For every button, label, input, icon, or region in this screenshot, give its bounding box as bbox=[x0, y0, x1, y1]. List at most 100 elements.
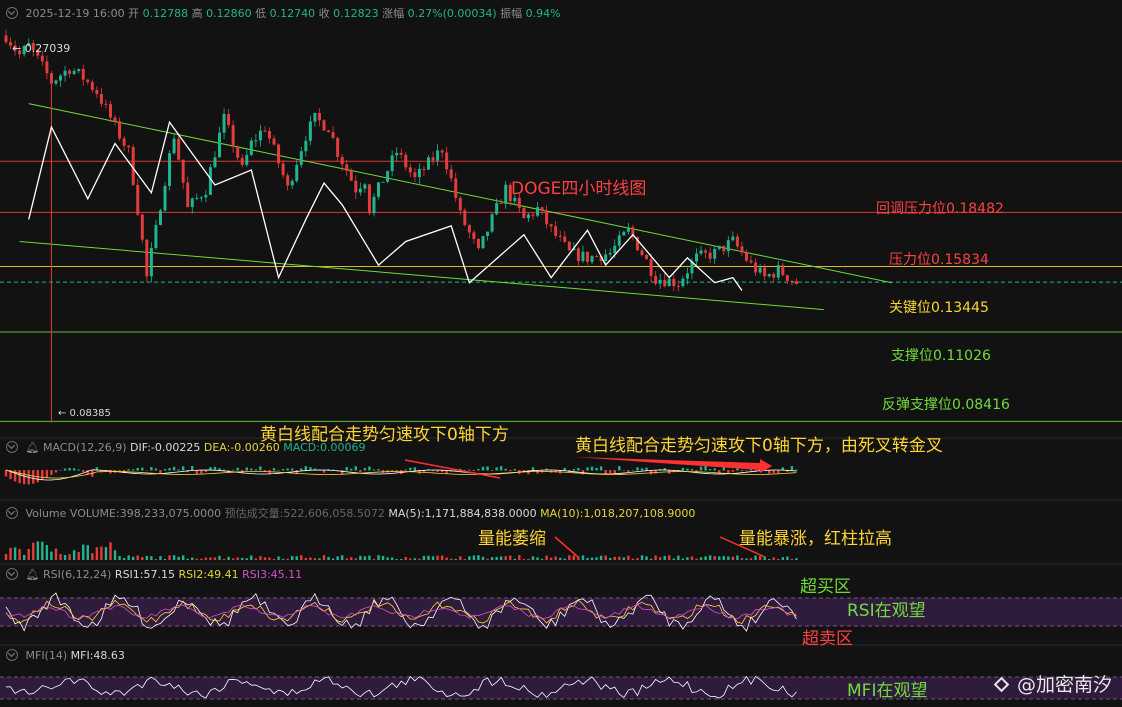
volume-bar bbox=[472, 555, 476, 560]
volume-bar bbox=[440, 555, 444, 560]
volume-bar bbox=[740, 558, 744, 560]
rsi-overbought-note: 超买区 bbox=[800, 577, 851, 597]
macd-bar bbox=[409, 467, 412, 471]
macd-bar bbox=[609, 470, 612, 474]
volume-bar bbox=[481, 556, 485, 560]
candle-body bbox=[731, 236, 735, 241]
candle-body bbox=[59, 75, 63, 81]
collapse-icon[interactable] bbox=[6, 649, 18, 661]
volume-bar bbox=[445, 557, 448, 560]
volume-bar bbox=[136, 555, 139, 560]
candle-body bbox=[522, 207, 526, 219]
volume-bar bbox=[640, 555, 644, 560]
volume-bar bbox=[222, 558, 226, 560]
mfi-value: MFI:48.63 bbox=[70, 649, 125, 662]
candle-body bbox=[749, 260, 753, 263]
candle-body bbox=[345, 164, 349, 171]
volume-bar bbox=[627, 555, 630, 560]
macd-bar bbox=[191, 466, 194, 471]
volume-bar bbox=[291, 556, 294, 560]
volume-bar bbox=[322, 555, 326, 560]
rsi-header: 🔔︎ RSI(6,12,24) RSI1:57.15 RSI2:49.41 RS… bbox=[6, 568, 302, 581]
volume-bar bbox=[490, 557, 494, 560]
candle-body bbox=[349, 170, 353, 181]
candle-body bbox=[490, 214, 494, 232]
volume-bar bbox=[572, 555, 576, 560]
macd-bar bbox=[127, 469, 130, 471]
level-label-rebound-support: 反弹支撑位0.08416 bbox=[882, 397, 1010, 413]
mfi-name: MFI(14) bbox=[25, 649, 68, 662]
macd-bar bbox=[254, 469, 258, 471]
candle-body bbox=[177, 138, 181, 160]
volume-bar bbox=[649, 558, 653, 560]
volume-name: Volume bbox=[25, 507, 67, 520]
macd-bar bbox=[177, 469, 180, 471]
volume-bar bbox=[540, 558, 544, 560]
volume-bar bbox=[604, 555, 607, 560]
volume-bar bbox=[377, 555, 380, 560]
volume-bar bbox=[300, 555, 303, 560]
volume-bar bbox=[645, 556, 648, 560]
volume-bar bbox=[145, 555, 149, 560]
volume-bar bbox=[209, 557, 212, 560]
volume-bar bbox=[631, 558, 635, 560]
candle-body bbox=[695, 253, 699, 262]
macd-bar bbox=[627, 470, 630, 473]
rsi-3: RSI3:45.11 bbox=[242, 568, 303, 581]
volume-bar bbox=[699, 557, 703, 560]
mfi-panel bbox=[0, 675, 1122, 700]
candle-body bbox=[763, 267, 767, 277]
macd-bar bbox=[604, 470, 607, 474]
macd-bar bbox=[281, 469, 285, 471]
bell-icon: 🔔︎ bbox=[25, 441, 40, 454]
candle-body bbox=[154, 224, 158, 249]
collapse-icon[interactable] bbox=[6, 507, 18, 519]
volume-bar bbox=[436, 555, 439, 560]
volume-bar bbox=[658, 557, 662, 560]
candle-body bbox=[213, 157, 217, 168]
volume-bar bbox=[59, 554, 62, 560]
candle-body bbox=[576, 248, 580, 262]
rsi-name: RSI(6,12,24) bbox=[42, 568, 112, 581]
volume-bar bbox=[13, 547, 17, 560]
candle-body bbox=[290, 180, 294, 186]
volume-bar bbox=[450, 558, 453, 560]
macd-bar bbox=[200, 470, 203, 474]
macd-bar bbox=[59, 469, 62, 471]
amplitude-value: 0.94% bbox=[525, 7, 561, 20]
volume-bar bbox=[758, 556, 762, 560]
volume-bar bbox=[122, 558, 126, 560]
volume-ma10: MA(10):1,018,207,108.9000 bbox=[540, 507, 696, 520]
candle-body bbox=[113, 117, 117, 122]
candle-body bbox=[99, 94, 103, 104]
level-label-pullback-resistance: 回调压力位0.18482 bbox=[876, 201, 1004, 217]
macd-bar bbox=[172, 466, 176, 471]
collapse-icon[interactable] bbox=[6, 7, 18, 19]
macd-bar bbox=[563, 467, 566, 471]
volume-bar bbox=[504, 556, 507, 560]
macd-bar bbox=[32, 470, 35, 484]
macd-bar bbox=[640, 468, 644, 471]
collapse-icon[interactable] bbox=[6, 441, 18, 453]
macd-bar bbox=[727, 470, 730, 474]
macd-bar bbox=[145, 470, 149, 471]
macd-bar bbox=[413, 467, 417, 471]
macd-bar bbox=[590, 466, 594, 471]
candle-body bbox=[95, 89, 99, 95]
volume-bar bbox=[704, 556, 707, 560]
macd-bar bbox=[686, 468, 689, 471]
macd-bar bbox=[736, 468, 739, 471]
macd-bar bbox=[181, 466, 185, 471]
volume-bar bbox=[718, 556, 721, 560]
volume-bar bbox=[486, 558, 489, 560]
volume-bar bbox=[586, 557, 589, 560]
volume-bar bbox=[400, 558, 403, 560]
volume-bar bbox=[86, 545, 89, 560]
volume-bar bbox=[781, 557, 785, 560]
volume-bar bbox=[522, 558, 526, 560]
collapse-icon[interactable] bbox=[6, 568, 18, 580]
volume-bar bbox=[454, 558, 457, 560]
volume-bar bbox=[268, 557, 271, 560]
candle-body bbox=[481, 235, 485, 249]
macd-bar bbox=[72, 468, 76, 471]
